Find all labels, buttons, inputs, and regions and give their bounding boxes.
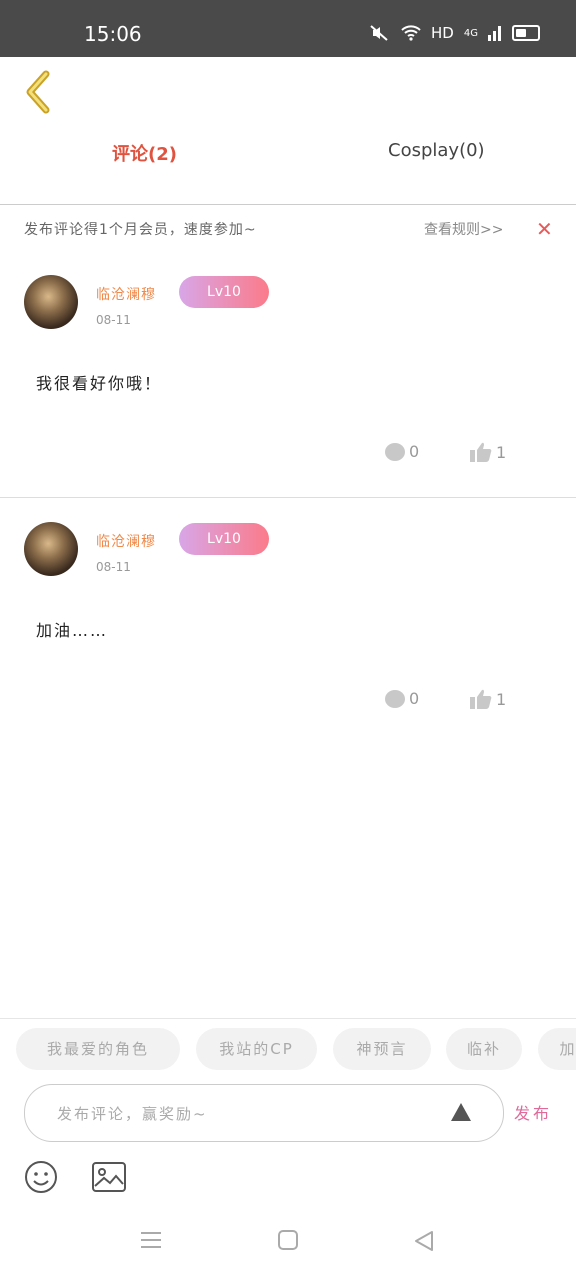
thumbs-up-icon — [470, 442, 492, 462]
comment-bubble-icon — [385, 442, 405, 461]
reply-count: 0 — [409, 442, 420, 461]
divider — [0, 497, 576, 498]
status-time: 15:06 — [84, 22, 142, 46]
tab-bar: 评论(2) Cosplay(0) — [0, 140, 576, 184]
level-badge: Lv10 — [179, 523, 269, 555]
signal-label: 4G — [463, 27, 478, 39]
topic-chip[interactable]: 我最爱的角色 — [16, 1028, 180, 1070]
divider — [0, 1018, 576, 1019]
network-label: HD — [431, 24, 454, 42]
back-nav-icon[interactable] — [414, 1230, 434, 1252]
status-icons: HD 4G — [369, 24, 540, 42]
close-icon[interactable]: ✕ — [536, 217, 553, 241]
comment-username[interactable]: 临沧澜穆 — [96, 284, 156, 304]
topic-chip[interactable]: 临补 — [446, 1028, 522, 1070]
reply-count: 0 — [409, 689, 420, 708]
like-count: 1 — [496, 442, 507, 462]
mute-icon — [370, 25, 388, 41]
comment-bubble-icon — [385, 689, 405, 708]
divider — [0, 204, 576, 205]
comment-content: 加油…… — [36, 621, 109, 640]
emoji-icon[interactable] — [24, 1160, 58, 1194]
status-bar: 15:06 HD 4G — [0, 0, 576, 57]
notice-text: 发布评论得1个月会员，速度参加~ — [24, 222, 257, 238]
image-icon[interactable] — [92, 1162, 126, 1192]
comment-date: 08-11 — [96, 560, 131, 574]
tab-cosplay[interactable]: Cosplay(0) — [388, 140, 485, 161]
like-count: 1 — [496, 689, 507, 709]
like-button[interactable]: 1 — [470, 689, 506, 709]
reply-button[interactable]: 0 — [385, 442, 419, 461]
menu-icon[interactable] — [140, 1230, 162, 1250]
level-badge: Lv10 — [179, 276, 269, 308]
like-button[interactable]: 1 — [470, 442, 506, 462]
comment-input[interactable]: 发布评论，赢奖励~ — [24, 1084, 504, 1142]
comment-username[interactable]: 临沧澜穆 — [96, 531, 156, 551]
avatar[interactable] — [24, 522, 78, 576]
back-arrow-icon[interactable] — [22, 70, 62, 114]
view-rules-link[interactable]: 查看规则>> — [424, 219, 503, 239]
comment-date: 08-11 — [96, 313, 131, 327]
system-nav-bar — [0, 1210, 576, 1280]
home-icon[interactable] — [278, 1230, 298, 1250]
send-icon[interactable] — [451, 1103, 471, 1121]
comment-content: 我很看好你哦！ — [36, 374, 163, 393]
quick-topic-chips: 我最爱的角色 我站的CP 神预言 临补 加 — [0, 1028, 576, 1072]
battery-icon — [512, 25, 540, 41]
reply-button[interactable]: 0 — [385, 689, 419, 708]
publish-button[interactable]: 发布 — [514, 1100, 552, 1124]
thumbs-up-icon — [470, 689, 492, 709]
avatar[interactable] — [24, 275, 78, 329]
notice-bar: 发布评论得1个月会员，速度参加~ 查看规则>> ✕ — [0, 217, 576, 241]
tab-comments[interactable]: 评论(2) — [112, 140, 177, 166]
topic-chip[interactable]: 神预言 — [333, 1028, 431, 1070]
wifi-icon — [401, 25, 421, 41]
signal-icon — [488, 26, 501, 41]
comment-input-placeholder: 发布评论，赢奖励~ — [57, 1105, 208, 1123]
topic-chip[interactable]: 加 — [538, 1028, 576, 1070]
topic-chip[interactable]: 我站的CP — [196, 1028, 317, 1070]
